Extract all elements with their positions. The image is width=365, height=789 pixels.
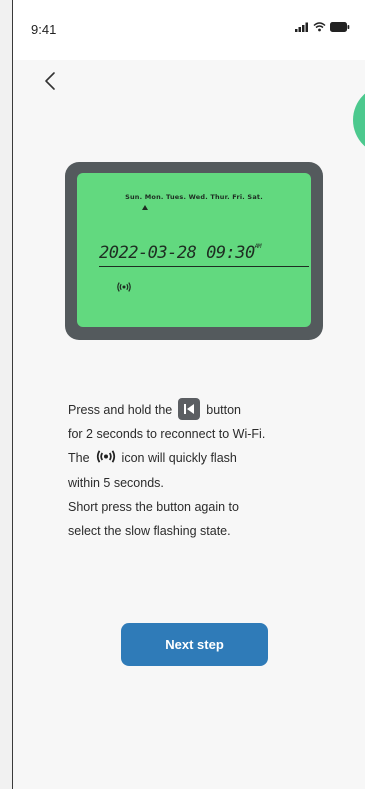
wireless-icon [96, 447, 116, 471]
lcd-screen: Sun. Mon. Tues. Wed. Thur. Fri. Sat. 202… [77, 173, 311, 327]
next-step-button[interactable]: Next step [121, 623, 268, 666]
status-bar: 9:41 [13, 0, 365, 60]
back-button[interactable] [35, 66, 65, 96]
instruction-line-6: select the slow flashing state. [68, 523, 231, 538]
signal-icon [295, 22, 308, 32]
chevron-left-icon [45, 72, 55, 90]
instruction-text: Press and hold the [68, 403, 173, 417]
phone-screen: 9:41 Sun. Mon. Tues. Wed. Thur. Fri. Sat… [12, 0, 365, 789]
navigation-bar [13, 60, 365, 100]
instruction-text: button [206, 403, 242, 417]
instruction-line-2: for 2 seconds to reconnect to Wi-Fi. [68, 427, 266, 441]
lcd-wireless-icon [117, 279, 131, 297]
instruction-text: The [68, 451, 90, 465]
lcd-datetime-text: 2022-03-28 09:30 [99, 243, 255, 263]
lcd-datetime: 2022-03-28 09:30AM [99, 243, 309, 263]
device-display-illustration: Sun. Mon. Tues. Wed. Thur. Fri. Sat. 202… [65, 162, 323, 340]
instruction-text: icon will quickly flash [121, 451, 237, 465]
lcd-underline [99, 266, 309, 267]
lcd-am-marker: AM [254, 243, 262, 250]
status-icons [295, 22, 350, 32]
lcd-weekdays: Sun. Mon. Tues. Wed. Thur. Fri. Sat. [125, 193, 263, 201]
instructions-text: Press and hold the button for 2 seconds t… [68, 397, 360, 543]
status-time: 9:41 [31, 22, 57, 37]
battery-icon [330, 22, 350, 32]
instruction-line-4: within 5 seconds. [68, 475, 164, 490]
instruction-line-5: Short press the button again to [68, 499, 239, 514]
instruction-line-3: The icon will quickly flash [68, 446, 360, 471]
previous-key-icon [178, 397, 201, 420]
wifi-icon [313, 22, 326, 32]
day-pointer-icon [142, 205, 148, 210]
instruction-line-1: Press and hold the button [68, 397, 360, 422]
